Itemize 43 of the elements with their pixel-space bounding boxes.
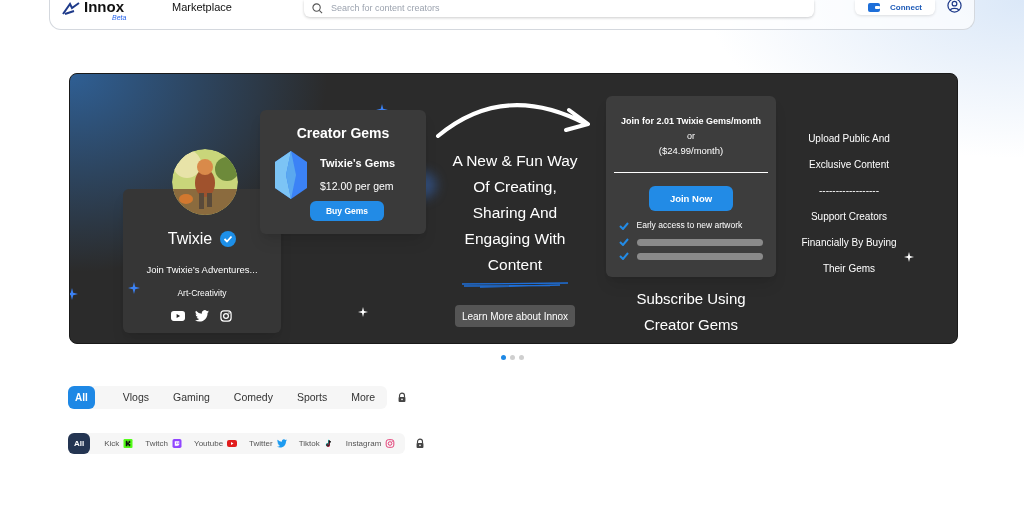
creator-tagline: Join Twixie’s Adventures...	[146, 263, 258, 277]
platform-tab[interactable]: Twitter	[243, 433, 293, 454]
headline-line: Of Creating,	[473, 177, 557, 197]
category-tab[interactable]: All	[68, 386, 95, 409]
gem-price: $12.00 per gem	[320, 179, 395, 195]
category-tab[interactable]: Comedy	[221, 386, 285, 409]
feature-line: Their Gems	[822, 262, 876, 276]
creator-name: Twixie	[167, 229, 213, 249]
feature-line: Exclusive Content	[808, 158, 889, 172]
platform-tab[interactable]: Tiktok	[292, 433, 340, 454]
gem-name: Twixie’s Gems	[320, 155, 396, 171]
learn-more-button[interactable]: Learn More about Innox	[454, 305, 576, 327]
logo-text: Innox	[84, 0, 125, 14]
feature-line: Upload Public And	[808, 132, 890, 146]
creator-category: Art-Creativity	[177, 287, 227, 300]
category-tab[interactable]: Sports	[284, 386, 340, 409]
join-now-button[interactable]: Join Now	[649, 186, 733, 212]
headline-line: Content	[487, 255, 543, 275]
search-field[interactable]: Search for content creators	[330, 1, 806, 16]
nav-link[interactable]: Marketplace	[172, 0, 232, 16]
category-tab[interactable]: Vlogs	[110, 386, 162, 409]
platform-tab[interactable]: All	[68, 433, 91, 454]
headline-line: A New & Fun Way	[452, 151, 578, 171]
platform-tab[interactable]: Twitch	[139, 433, 189, 454]
category-tab[interactable]: More	[339, 386, 388, 409]
price-text: ($24.99/month)	[658, 144, 724, 158]
category-tab[interactable]: Gaming	[161, 386, 222, 409]
perk-text: Early access to new artwork	[636, 219, 743, 232]
headline-line: Sharing And	[472, 203, 558, 223]
feature-line: Financially By Buying	[801, 236, 897, 250]
headline-line: Engaging With	[464, 229, 566, 249]
buy-gems-button[interactable]: Buy Gems	[310, 201, 384, 221]
feature-line: Support Creators	[810, 210, 888, 224]
caption-line: Subscribe Using	[636, 289, 746, 309]
platform-tab[interactable]: Instagram	[339, 433, 402, 454]
offer-text: Join for 2.01 Twixie Gems/month	[621, 115, 761, 128]
platform-tab[interactable]: Kick	[98, 433, 140, 454]
connect-button[interactable]: Connect	[855, 0, 935, 15]
card-title: Creator Gems	[296, 124, 390, 143]
caption-line: Creator Gems	[643, 315, 739, 335]
feature-line: ------------------	[819, 184, 879, 198]
platform-tab[interactable]: Youtube	[188, 433, 244, 454]
or-text: or	[687, 129, 695, 143]
